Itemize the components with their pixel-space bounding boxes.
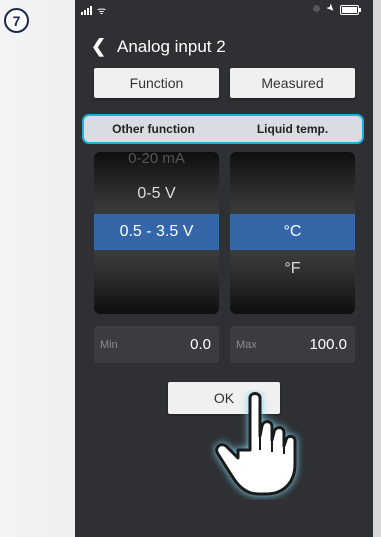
back-chevron-icon[interactable]: ❮ [91,36,106,57]
picker-option[interactable]: °F [230,260,355,278]
wifi-icon: ᯤ [97,6,107,17]
function-picker[interactable]: 0-20 mA 0-5 V 0.5 - 3.5 V [94,152,219,314]
picker-selected-option[interactable]: °C [230,214,355,250]
max-value[interactable]: 100.0 [309,336,347,353]
summary-function-value: Other function [112,122,195,136]
summary-measured-value: Liquid temp. [256,122,329,136]
selection-summary: Other function Liquid temp. [82,114,364,144]
max-field[interactable]: Max 100.0 [230,326,355,363]
function-button[interactable]: Function [94,68,219,98]
min-label: Min [100,339,118,351]
unit-picker[interactable]: °C °F [230,152,355,314]
do-not-disturb-icon [313,5,320,12]
location-arrow-icon: ➤ [323,1,338,16]
step-number-badge: 7 [4,8,29,33]
picker-selected-option[interactable]: 0.5 - 3.5 V [94,214,219,250]
measured-button[interactable]: Measured [230,68,355,98]
min-value[interactable]: 0.0 [190,336,211,353]
picker-option[interactable]: 0-5 V [94,185,219,203]
tapping-hand-icon [215,392,297,496]
status-bar: ᯤ ➤ [75,0,373,20]
max-label: Max [236,339,257,351]
min-field[interactable]: Min 0.0 [94,326,219,363]
picker-option[interactable]: 0-20 mA [94,152,219,167]
signal-icon [81,6,92,15]
page-title: Analog input 2 [117,37,226,56]
battery-icon [340,5,361,15]
navigation-bar: ❮ Analog input 2 [75,32,373,60]
